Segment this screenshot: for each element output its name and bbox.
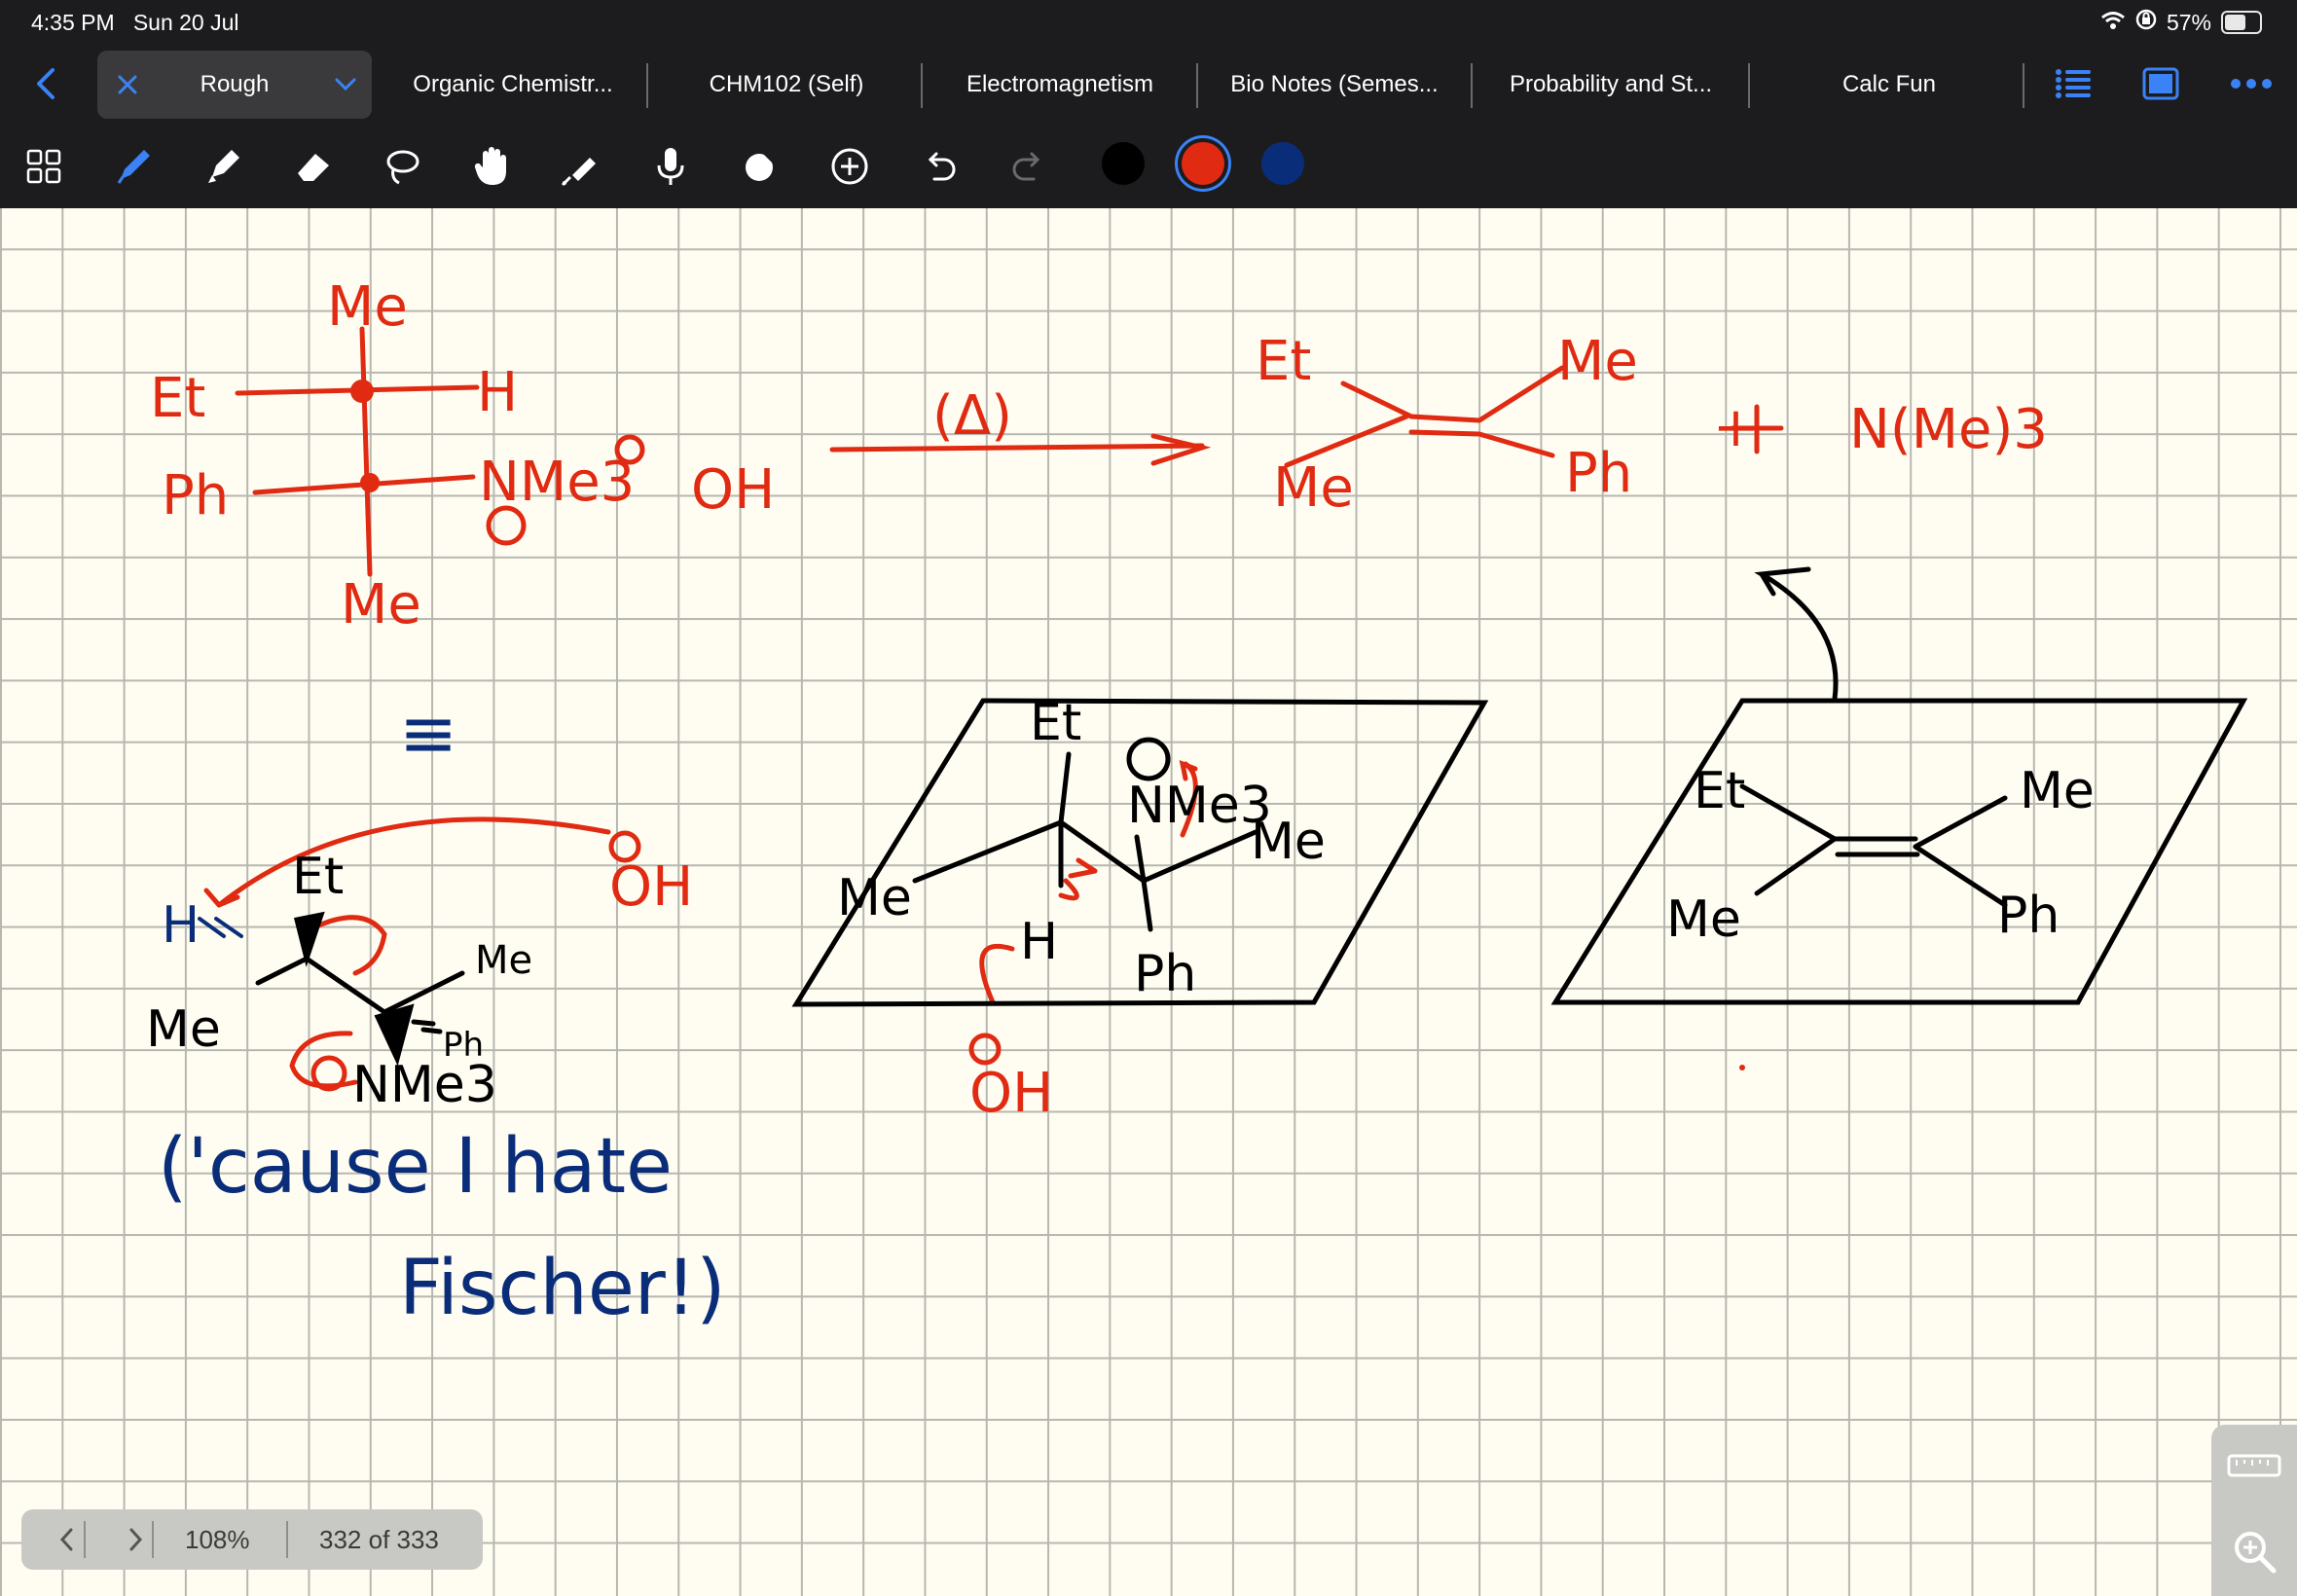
back-icon[interactable] [27,64,66,103]
add-icon[interactable] [825,142,874,191]
close-tab-icon[interactable] [115,72,140,104]
more-options-icon[interactable] [2229,74,2274,98]
note-canvas[interactable] [0,208,2297,1596]
color-swatch-blue[interactable] [1261,142,1304,185]
color-swatch-red[interactable] [1182,142,1224,185]
battery-icon [2221,11,2262,34]
tab-chm102[interactable]: CHM102 (Self) [648,51,925,119]
highlighter-icon[interactable] [199,142,247,191]
lasso-icon[interactable] [378,142,426,191]
undo-icon[interactable] [915,142,964,191]
battery-percent: 57% [2166,9,2211,35]
hand-icon[interactable] [467,142,516,191]
tab-rough[interactable]: Rough [97,51,372,119]
tab-electromagnetism[interactable]: Electromagnetism [923,51,1197,119]
app-header: 4:35 PM Sun 20 Jul 57% Rough Organic Che… [0,0,2297,208]
tab-bar: Rough Organic Chemistr... CHM102 (Self) … [0,51,2297,119]
eraser-icon[interactable] [288,142,337,191]
zoom-magnifier-icon[interactable] [2231,1528,2278,1579]
tab-bio-notes[interactable]: Bio Notes (Semes... [1198,51,1471,119]
side-tools [2211,1425,2297,1596]
microphone-icon[interactable] [646,142,695,191]
zoom-level[interactable]: 108% [185,1525,250,1555]
color-swatch-black[interactable] [1102,142,1145,185]
chevron-down-icon[interactable] [333,74,358,101]
wifi-icon [2100,10,2126,36]
grid-icon[interactable] [19,142,68,191]
outline-list-icon[interactable] [2054,66,2093,106]
redo-icon[interactable] [1004,142,1053,191]
next-page-icon[interactable] [127,1527,144,1559]
single-page-view-icon[interactable] [2141,66,2180,106]
page-indicator[interactable]: 332 of 333 [319,1525,439,1555]
tab-probability[interactable]: Probability and St... [1473,51,1749,119]
pen-icon[interactable] [109,142,158,191]
status-time: 4:35 PM Sun 20 Jul [31,10,239,35]
tab-calc-fun[interactable]: Calc Fun [1750,51,2028,119]
laser-pointer-icon[interactable] [557,142,605,191]
orientation-lock-icon [2135,9,2157,36]
tab-label: Rough [200,71,270,97]
drawing-toolbar [0,134,2297,199]
ruler-icon[interactable] [2227,1452,2281,1484]
page-navigator: 108% 332 of 333 [21,1509,483,1570]
previous-page-icon[interactable] [58,1527,76,1559]
shapes-icon[interactable] [736,142,784,191]
tab-organic-chemistry[interactable]: Organic Chemistr... [382,51,644,119]
status-bar: 4:35 PM Sun 20 Jul 57% [0,0,2297,47]
